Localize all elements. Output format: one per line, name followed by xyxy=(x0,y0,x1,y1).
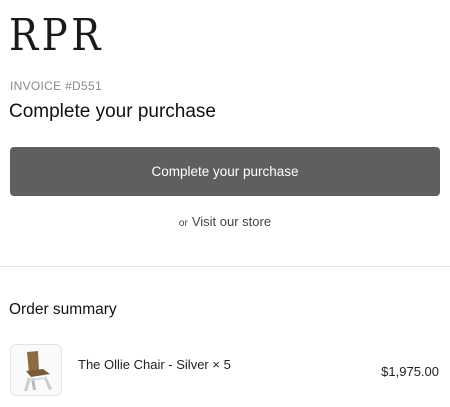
complete-purchase-button[interactable]: Complete your purchase xyxy=(10,147,440,196)
order-summary-heading: Order summary xyxy=(9,301,117,318)
order-item-name: The Ollie Chair - Silver × 5 xyxy=(78,357,231,372)
invoice-number: INVOICE #D551 xyxy=(10,79,102,93)
store-link-row: or Visit our store xyxy=(0,214,450,229)
or-text: or xyxy=(178,218,188,229)
chair-icon xyxy=(24,351,52,391)
section-divider xyxy=(0,266,450,267)
order-item-price: $1,975.00 xyxy=(381,364,439,379)
product-thumbnail xyxy=(10,344,62,396)
brand-logo: RPR xyxy=(9,10,104,61)
visit-store-link[interactable]: Visit our store xyxy=(192,214,271,229)
page-title: Complete your purchase xyxy=(9,101,216,122)
